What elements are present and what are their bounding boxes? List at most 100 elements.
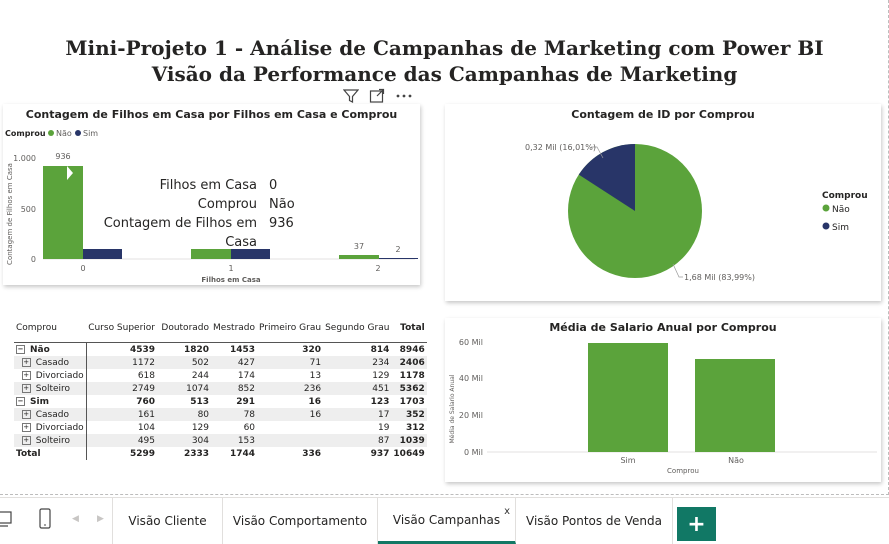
row-label: Divorciado xyxy=(35,422,84,433)
mobile-view-icon[interactable] xyxy=(38,508,52,534)
matrix-cell: 5362 xyxy=(391,382,427,395)
tab-visao-comportamento[interactable]: Visão Comportamento xyxy=(223,498,378,544)
legend-sim-marker xyxy=(75,130,81,136)
close-tab-icon[interactable]: x xyxy=(504,506,510,517)
matrix-cell: 78 xyxy=(211,408,258,421)
matrix-cell: 852 xyxy=(211,382,258,395)
legend-title: Comprou xyxy=(5,129,46,138)
desktop-view-icon[interactable] xyxy=(0,510,14,534)
matrix-visual[interactable]: Comprou Curso Superior Doutorado Mestrad… xyxy=(14,320,427,460)
matrix-cell: 312 xyxy=(405,422,425,433)
matrix-cell: 320 xyxy=(257,342,324,356)
matrix-cell: 5299 xyxy=(129,448,156,459)
tooltip-value: 0 xyxy=(269,178,278,193)
matrix-row: + Solteiro 2749 1074 852 236 451 5362 xyxy=(14,382,427,395)
tab-visao-pontos-de-venda[interactable]: Visão Pontos de Venda xyxy=(516,498,673,544)
salary-x-axis-label: Comprou xyxy=(667,467,699,475)
matrix-cell: 304 xyxy=(157,434,212,447)
matrix-cell: 1453 xyxy=(211,342,258,356)
matrix-cell: 427 xyxy=(211,356,258,369)
salary-bar-nao[interactable] xyxy=(695,359,775,452)
matrix-header[interactable]: Doutorado xyxy=(157,320,211,343)
salary-y-tick-60: 60 Mil xyxy=(459,338,483,347)
pie-chart-visual[interactable]: Contagem de ID por Comprou 0,32 Mil (16,… xyxy=(445,104,881,301)
expand-icon[interactable]: + xyxy=(21,422,31,432)
tab-visao-campanhas[interactable]: Visão Campanhas x xyxy=(378,498,516,544)
matrix-header[interactable]: Total xyxy=(391,320,426,343)
matrix-cell: 1172 xyxy=(86,356,158,369)
matrix-header[interactable]: Comprou xyxy=(14,320,86,343)
matrix-cell xyxy=(257,421,323,434)
tooltip-key: Filhos em Casa xyxy=(159,178,257,193)
tab-label: Visão Cliente xyxy=(128,514,207,528)
matrix-row: − Sim 760 513 291 16 123 1703 xyxy=(14,395,427,408)
pie-chart-svg: 0,32 Mil (16,01%) 1,68 Mil (83,99%) Comp… xyxy=(525,143,868,282)
matrix-cell: 1820 xyxy=(157,342,212,356)
salary-bar-sim[interactable] xyxy=(588,343,668,452)
collapse-icon[interactable]: − xyxy=(16,344,25,354)
row-label: Total xyxy=(14,447,87,460)
next-page-icon[interactable]: ▶ xyxy=(97,514,104,524)
tab-visao-cliente[interactable]: Visão Cliente xyxy=(112,498,223,544)
matrix-cell: 19 xyxy=(377,422,390,433)
matrix-table: Comprou Curso Superior Doutorado Mestrad… xyxy=(14,320,427,460)
x-tick-0: 0 xyxy=(80,264,85,273)
legend-nao-marker xyxy=(48,130,54,136)
x-tick-2: 2 xyxy=(375,264,380,273)
matrix-row: + Divorciado 618 244 174 13 129 1178 xyxy=(14,369,427,382)
matrix-cell: 618 xyxy=(137,370,156,381)
bar-nao-0[interactable] xyxy=(43,166,83,259)
tab-label: Visão Pontos de Venda xyxy=(526,514,662,528)
matrix-cell: 8946 xyxy=(391,342,427,356)
matrix-row: − Não 4539 1820 1453 320 814 8946 xyxy=(14,342,427,356)
matrix-cell: 4539 xyxy=(86,342,158,356)
matrix-cell: 16 xyxy=(257,408,324,421)
prev-page-icon[interactable]: ◀ xyxy=(72,514,79,524)
collapse-icon[interactable]: − xyxy=(16,396,25,406)
pie-legend-sim: Sim xyxy=(832,223,849,233)
expand-icon[interactable]: + xyxy=(21,370,31,380)
plus-icon: + xyxy=(687,511,706,537)
matrix-cell: 153 xyxy=(211,434,258,447)
chart-tooltip: Filhos em Casa 0 Comprou Não Contagem de F… xyxy=(85,176,295,252)
matrix-cell: 104 xyxy=(137,422,156,433)
bar-nao-2[interactable] xyxy=(339,255,379,259)
bar-sim-2[interactable] xyxy=(379,258,418,259)
matrix-total-row: Total 5299 2333 1744 336 937 10649 xyxy=(14,447,427,460)
matrix-cell: 336 xyxy=(302,448,322,459)
matrix-header[interactable]: Mestrado xyxy=(211,320,257,343)
matrix-cell: 451 xyxy=(323,382,392,395)
row-label: Solteiro xyxy=(35,435,71,446)
expand-icon[interactable]: + xyxy=(21,435,31,445)
salary-chart-visual[interactable]: Média de Salario Anual por Comprou Média… xyxy=(445,318,881,482)
matrix-header[interactable]: Primeiro Grau xyxy=(257,320,323,343)
legend-nao-label: Não xyxy=(56,129,72,138)
children-count-chart[interactable]: Contagem de Filhos em Casa por Filhos em… xyxy=(3,104,420,285)
expand-icon[interactable]: + xyxy=(21,383,31,393)
matrix-cell: 760 xyxy=(136,396,156,407)
matrix-cell: 1074 xyxy=(157,382,212,395)
matrix-cell: 123 xyxy=(370,396,390,407)
report-subtitle: Visão da Performance das Campanhas de Ma… xyxy=(151,62,738,86)
page-tabs-bar: ◀ ▶ Visão Cliente Visão Comportamento Vi… xyxy=(0,497,889,544)
expand-icon[interactable]: + xyxy=(21,409,31,419)
legend-sim-label: Sim xyxy=(83,129,98,138)
tooltip-value: 936 xyxy=(269,216,294,231)
row-label: Não xyxy=(30,344,50,355)
matrix-row: + Casado 1172 502 427 71 234 2406 xyxy=(14,356,427,369)
y-tick-1000: 1.000 xyxy=(13,154,36,163)
matrix-cell: 2749 xyxy=(86,382,158,395)
matrix-cell: 1744 xyxy=(229,448,256,459)
matrix-cell: 16 xyxy=(308,396,322,407)
salary-y-tick-20: 20 Mil xyxy=(459,411,483,420)
matrix-row: + Solteiro 495 304 153 87 1039 xyxy=(14,434,427,447)
data-label-936: 936 xyxy=(55,152,70,161)
matrix-cell: 174 xyxy=(237,370,256,381)
expand-icon[interactable]: + xyxy=(21,357,31,367)
matrix-header[interactable]: Curso Superior xyxy=(86,320,157,343)
add-page-button[interactable]: + xyxy=(677,507,716,541)
x-tick-1: 1 xyxy=(228,264,233,273)
matrix-header[interactable]: Segundo Grau xyxy=(323,320,391,343)
matrix-cell: 814 xyxy=(323,342,392,356)
pie-legend-nao: Não xyxy=(832,205,850,215)
